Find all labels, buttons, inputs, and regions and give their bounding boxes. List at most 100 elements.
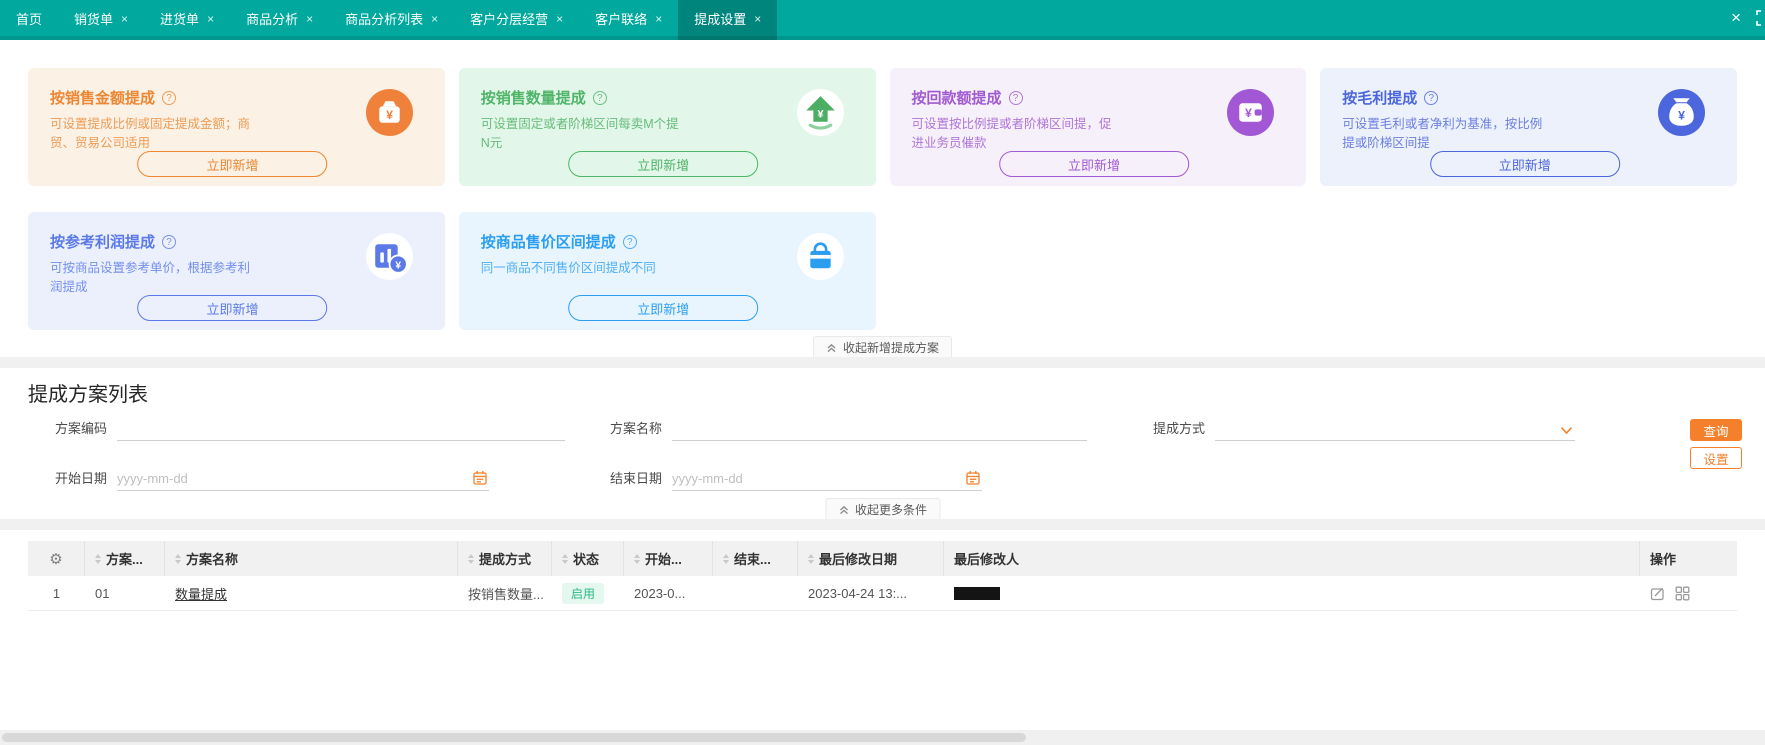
sort-icon[interactable] xyxy=(95,553,101,564)
add-now-button[interactable]: 立即新增 xyxy=(137,151,328,177)
card-description: 可设置固定或者阶梯区间每卖M个提 N元 xyxy=(480,117,679,151)
svg-text:¥: ¥ xyxy=(1678,109,1685,123)
calendar-icon[interactable] xyxy=(473,470,487,485)
tab-home[interactable]: 首页 xyxy=(0,0,58,40)
card-description: 可设置按比例提或者阶梯区间提，促 进业务员催款 xyxy=(911,117,1112,151)
collapse-label: 收起新增提成方案 xyxy=(842,340,939,355)
header-end[interactable]: 结束... xyxy=(713,541,798,576)
tab-commission-settings[interactable]: 提成设置 × xyxy=(678,0,778,40)
chevron-down-icon[interactable] xyxy=(1560,426,1573,435)
header-status[interactable]: 状态 xyxy=(552,541,624,576)
help-icon[interactable] xyxy=(622,234,637,249)
tab-close-icon[interactable]: × xyxy=(121,12,128,26)
help-icon[interactable] xyxy=(162,90,177,105)
sort-icon[interactable] xyxy=(175,553,181,564)
sort-icon[interactable] xyxy=(808,553,814,564)
end-date-label: 结束日期 xyxy=(610,471,663,486)
help-icon[interactable] xyxy=(162,234,177,249)
header-method[interactable]: 提成方式 xyxy=(458,541,552,576)
end-date-input[interactable] xyxy=(672,467,983,490)
wallet-yuan-icon: ¥ xyxy=(1227,89,1275,136)
horizontal-scrollbar[interactable] xyxy=(0,730,1765,745)
row-end-date xyxy=(713,576,798,610)
add-now-button[interactable]: 立即新增 xyxy=(1429,151,1620,177)
card-description: 可按商品设置参考单价，根据参考利 润提成 xyxy=(50,261,251,295)
sort-icon[interactable] xyxy=(468,553,474,564)
start-date-input[interactable] xyxy=(117,467,490,490)
close-icon[interactable]: × xyxy=(1731,8,1741,28)
tab-close-icon[interactable]: × xyxy=(556,12,563,26)
tab-close-icon[interactable]: × xyxy=(754,12,761,26)
svg-text:¥: ¥ xyxy=(395,260,401,271)
tab-customer-contact[interactable]: 客户联络 × xyxy=(579,0,678,40)
card-title: 按商品售价区间提成 xyxy=(480,234,616,251)
tab-label: 销货单 xyxy=(74,12,114,27)
tab-label: 提成设置 xyxy=(694,12,747,27)
gear-icon[interactable]: ⚙ xyxy=(49,550,62,568)
header-plan-code[interactable]: 方案... xyxy=(85,541,165,576)
plan-code-label: 方案编码 xyxy=(55,421,108,436)
double-chevron-up-icon xyxy=(839,505,848,514)
svg-text:¥: ¥ xyxy=(817,109,824,121)
card-gross-profit-commission: 按毛利提成 可设置毛利或者净利为基准，按比例 提或阶梯区间提 ¥ 立即新增 xyxy=(1320,68,1737,186)
chart-coin-icon: ¥ xyxy=(365,233,413,280)
header-modified-by[interactable]: 最后修改人 xyxy=(944,541,1640,576)
tab-product-analysis[interactable]: 商品分析 × xyxy=(230,0,329,40)
commission-method-select[interactable] xyxy=(1215,417,1576,440)
plan-code-input[interactable] xyxy=(117,417,566,440)
section-title: 提成方案列表 xyxy=(28,384,148,406)
arrow-up-yuan-icon: ¥ xyxy=(796,89,844,136)
tab-label: 客户联络 xyxy=(595,12,648,27)
card-sales-amount-commission: 按销售金额提成 可设置提成比例或固定提成金额；商 贸、贸易公司适用 ¥ 立即新增 xyxy=(28,68,445,186)
status-badge: 启用 xyxy=(562,582,605,604)
plan-table: ⚙ 方案... 方案名称 提成方式 状态 开始... 结束... 最后修改日期 … xyxy=(28,541,1737,611)
tab-close-icon[interactable]: × xyxy=(655,12,662,26)
edit-icon[interactable] xyxy=(1650,586,1665,601)
tab-label: 首页 xyxy=(16,12,43,27)
search-button[interactable]: 查询 xyxy=(1690,419,1742,441)
table-row: 1 01 数量提成 按销售数量... 启用 2023-0... 2023-04-… xyxy=(28,576,1737,611)
card-reference-profit-commission: 按参考利润提成 可按商品设置参考单价，根据参考利 润提成 ¥ 立即新增 xyxy=(28,212,445,330)
tab-close-icon[interactable]: × xyxy=(207,12,214,26)
sort-icon[interactable] xyxy=(634,553,640,564)
help-icon[interactable] xyxy=(592,90,607,105)
plan-name-input[interactable] xyxy=(672,417,1088,440)
card-title: 按销售金额提成 xyxy=(50,90,156,107)
tab-close-icon[interactable]: × xyxy=(306,12,313,26)
tab-customer-tiering[interactable]: 客户分层经营 × xyxy=(454,0,579,40)
settings-button[interactable]: 设置 xyxy=(1690,447,1742,469)
card-title: 按毛利提成 xyxy=(1342,90,1418,107)
header-plan-name[interactable]: 方案名称 xyxy=(165,541,458,576)
help-icon[interactable] xyxy=(1008,90,1023,105)
more-grid-icon[interactable] xyxy=(1675,586,1690,601)
plan-name-label: 方案名称 xyxy=(610,421,663,436)
header-start[interactable]: 开始... xyxy=(624,541,713,576)
tab-product-analysis-list[interactable]: 商品分析列表 × xyxy=(329,0,454,40)
collapse-new-plans-toggle[interactable]: 收起新增提成方案 xyxy=(812,336,952,357)
scrollbar-thumb[interactable] xyxy=(2,733,1026,742)
add-now-button[interactable]: 立即新增 xyxy=(568,295,759,321)
add-now-button[interactable]: 立即新增 xyxy=(999,151,1190,177)
add-now-button[interactable]: 立即新增 xyxy=(568,151,759,177)
sort-icon[interactable] xyxy=(562,553,568,564)
card-title: 按参考利润提成 xyxy=(50,234,156,251)
card-title: 按销售数量提成 xyxy=(480,90,586,107)
card-price-range-commission: 按商品售价区间提成 同一商品不同售价区间提成不同 立即新增 xyxy=(458,212,876,330)
help-icon[interactable] xyxy=(1424,90,1439,105)
header-modified-date[interactable]: 最后修改日期 xyxy=(798,541,944,576)
tab-label: 客户分层经营 xyxy=(470,12,549,27)
tab-close-icon[interactable]: × xyxy=(431,12,438,26)
tab-sales-order[interactable]: 销货单 × xyxy=(58,0,144,40)
collapse-more-filters-toggle[interactable]: 收起更多条件 xyxy=(824,498,941,519)
card-description: 同一商品不同售价区间提成不同 xyxy=(480,261,656,275)
tab-purchase-order[interactable]: 进货单 × xyxy=(144,0,230,40)
tab-bar: 首页 销货单 × 进货单 × 商品分析 × 商品分析列表 × 客户分层经营 × 客户联络 ×… xyxy=(0,0,1765,40)
sort-icon[interactable] xyxy=(723,553,729,564)
tabbar-actions: × xyxy=(1731,0,1765,36)
fullscreen-icon[interactable] xyxy=(1755,9,1765,27)
add-now-button[interactable]: 立即新增 xyxy=(137,295,328,321)
card-sales-quantity-commission: 按销售数量提成 可设置固定或者阶梯区间每卖M个提 N元 ¥ 立即新增 xyxy=(458,68,876,186)
calendar-icon[interactable] xyxy=(966,470,980,485)
svg-text:¥: ¥ xyxy=(1245,106,1252,120)
plan-name-link[interactable]: 数量提成 xyxy=(175,584,227,603)
